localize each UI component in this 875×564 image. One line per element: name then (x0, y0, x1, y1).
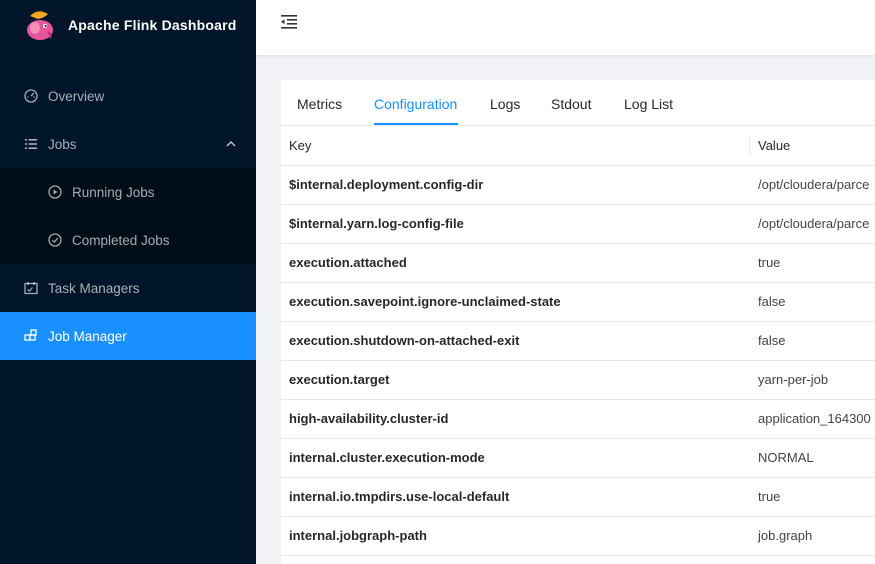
sidebar-item-task-managers[interactable]: Task Managers (0, 264, 256, 312)
config-value: NORMAL (750, 438, 875, 478)
job-manager-card: Metrics Configuration Logs Stdout Log Li… (281, 80, 875, 564)
brand[interactable]: Apache Flink Dashboard (0, 0, 256, 50)
table-row: internal.cluster.execution-mode NORMAL (281, 438, 875, 478)
side-menu: Overview Jobs Running Jobs Completed Job… (0, 72, 256, 360)
play-circle-icon (48, 185, 62, 199)
table-row: high-availability.cluster-id application_… (281, 399, 875, 439)
flink-logo-icon (27, 11, 53, 40)
sidebar-item-completed-jobs[interactable]: Completed Jobs (0, 216, 256, 264)
config-value: true (750, 243, 875, 283)
build-icon (24, 329, 38, 343)
brand-title: Apache Flink Dashboard (68, 17, 237, 33)
tab-logs[interactable]: Logs (490, 96, 520, 112)
config-key: $internal.deployment.config-dir (281, 165, 750, 205)
table-row: execution.savepoint.ignore-unclaimed-sta… (281, 282, 875, 322)
config-key: execution.target (281, 360, 750, 400)
top-header (256, 0, 875, 55)
sidebar-item-job-manager[interactable]: Job Manager (0, 312, 256, 360)
sidebar-item-running-jobs[interactable]: Running Jobs (0, 168, 256, 216)
sidebar-item-label: Completed Jobs (72, 232, 170, 248)
chevron-up-icon (226, 140, 236, 147)
config-key: internal.io.tmpdirs.use-local-default (281, 477, 750, 517)
config-value: true (750, 477, 875, 517)
config-value: /opt/cloudera/parce (750, 204, 875, 244)
column-header-value[interactable]: Value (750, 126, 875, 166)
table-row: execution.target yarn-per-job (281, 360, 875, 400)
table-row: execution.attached true (281, 243, 875, 283)
jobs-submenu: Running Jobs Completed Jobs (0, 168, 256, 264)
table-row: internal.io.tmpdirs.use-local-default tru… (281, 477, 875, 517)
column-header-key[interactable]: Key (281, 126, 750, 166)
sidebar-item-label: Overview (48, 88, 105, 104)
table-row: execution.shutdown-on-attached-exit false (281, 321, 875, 361)
config-value: yarn-per-job (750, 360, 875, 400)
tab-bar: Metrics Configuration Logs Stdout Log Li… (281, 80, 875, 126)
table-body: $internal.deployment.config-dir/opt/clou… (281, 165, 875, 556)
config-key: $internal.yarn.log-config-file (281, 204, 750, 244)
sidebar-item-jobs[interactable]: Jobs (0, 120, 256, 168)
config-value: false (750, 282, 875, 322)
table-row: $internal.yarn.log-config-file/opt/cloud… (281, 204, 875, 244)
config-value: application_164300 (750, 399, 875, 439)
tab-configuration[interactable]: Configuration (374, 96, 457, 112)
table-row: $internal.deployment.config-dir/opt/clou… (281, 165, 875, 205)
config-key: execution.shutdown-on-attached-exit (281, 321, 750, 361)
configuration-table: Key Value $internal.deployment.config-di… (281, 126, 875, 556)
tab-metrics[interactable]: Metrics (297, 96, 342, 112)
list-icon (24, 137, 38, 151)
dashboard-icon (24, 89, 38, 103)
config-key: internal.jobgraph-path (281, 516, 750, 556)
table-header-row: Key Value (281, 126, 875, 166)
sidebar-item-overview[interactable]: Overview (0, 72, 256, 120)
sidebar-item-label: Jobs (48, 136, 77, 152)
config-key: execution.attached (281, 243, 750, 283)
sidebar-item-label: Task Managers (48, 280, 140, 296)
check-circle-icon (48, 233, 62, 247)
schedule-icon (24, 281, 38, 295)
tab-stdout[interactable]: Stdout (551, 96, 591, 112)
config-value: false (750, 321, 875, 361)
menu-fold-icon[interactable] (280, 14, 298, 30)
config-value: job.graph (750, 516, 875, 556)
config-value: /opt/cloudera/parce (750, 165, 875, 205)
tab-log-list[interactable]: Log List (624, 96, 673, 112)
active-tab-indicator (374, 123, 458, 125)
sidebar-item-label: Running Jobs (72, 184, 155, 200)
sidebar: Apache Flink Dashboard Overview Jobs Run… (0, 0, 256, 564)
sidebar-item-label: Job Manager (48, 328, 127, 344)
config-key: internal.cluster.execution-mode (281, 438, 750, 478)
config-key: high-availability.cluster-id (281, 399, 750, 439)
table-row: internal.jobgraph-path job.graph (281, 516, 875, 556)
config-key: execution.savepoint.ignore-unclaimed-sta… (281, 282, 750, 322)
